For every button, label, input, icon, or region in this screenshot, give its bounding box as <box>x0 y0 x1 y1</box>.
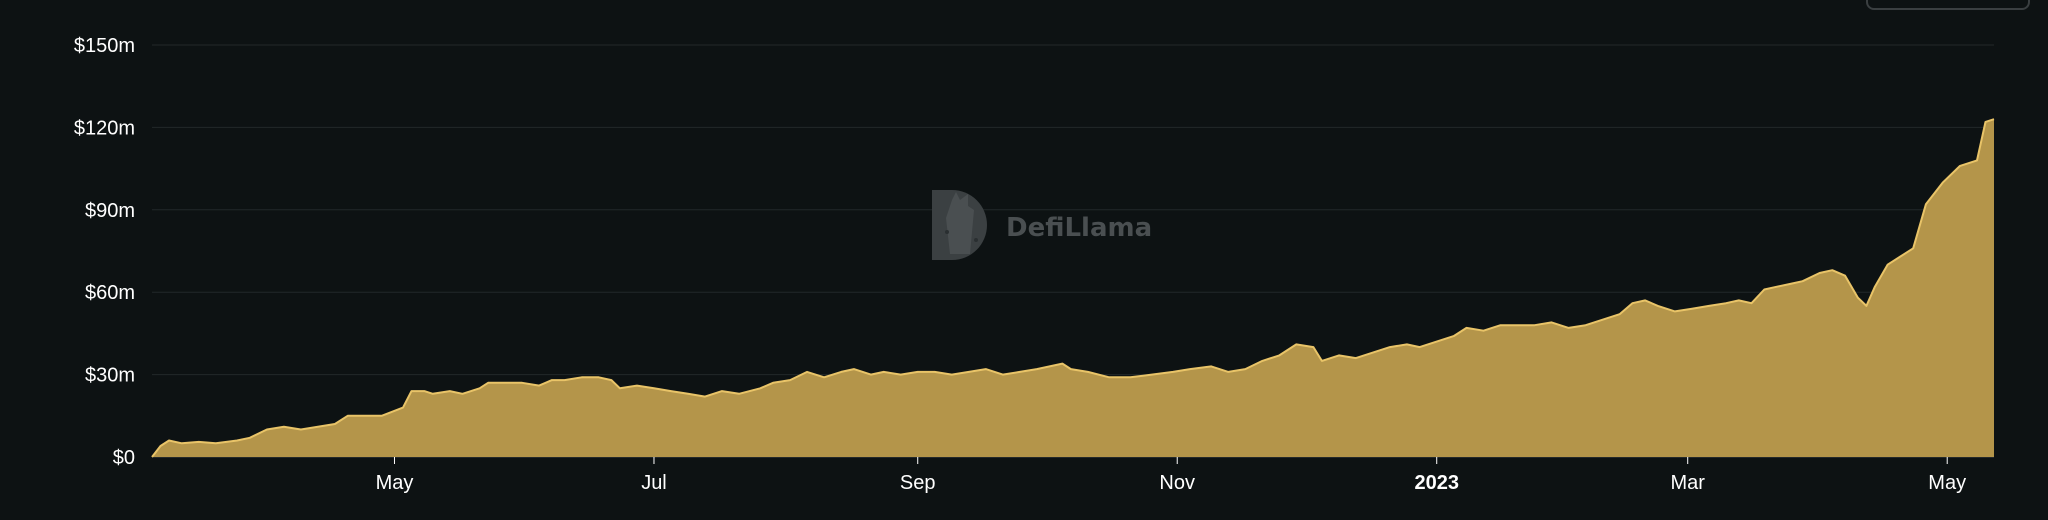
x-tick-label: Mar <box>1670 472 1705 494</box>
y-tick-label: $30m <box>85 365 135 387</box>
chart-container: DefiLlama $0 $30m $60m $90m $120m $150m May Ju… <box>0 0 2048 520</box>
area-chart: DefiLlama $0 $30m $60m $90m $120m $150m May Ju… <box>74 35 1995 494</box>
x-tick-label: Jul <box>641 472 667 494</box>
series-area <box>151 118 1995 458</box>
y-tick-label: $90m <box>85 200 135 222</box>
watermark: DefiLlama <box>932 190 1152 260</box>
x-axis: May Jul Sep Nov 2023 Mar May <box>376 457 1966 494</box>
corner-toggle-button[interactable] <box>1866 0 2030 10</box>
x-tick-label: May <box>1928 472 1966 494</box>
y-tick-label: $60m <box>85 282 135 304</box>
x-tick-label: Sep <box>900 472 936 494</box>
y-tick-label: $120m <box>74 117 135 139</box>
x-tick-label: 2023 <box>1414 472 1459 494</box>
llama-logo-icon <box>932 190 987 260</box>
y-tick-label: $0 <box>113 447 135 469</box>
series-area-fill <box>152 119 1994 457</box>
x-tick-label: May <box>376 472 414 494</box>
watermark-text: DefiLlama <box>1006 213 1152 243</box>
x-tick-label: Nov <box>1159 472 1195 494</box>
y-axis: $0 $30m $60m $90m $120m $150m <box>74 35 135 469</box>
y-tick-label: $150m <box>74 35 135 57</box>
